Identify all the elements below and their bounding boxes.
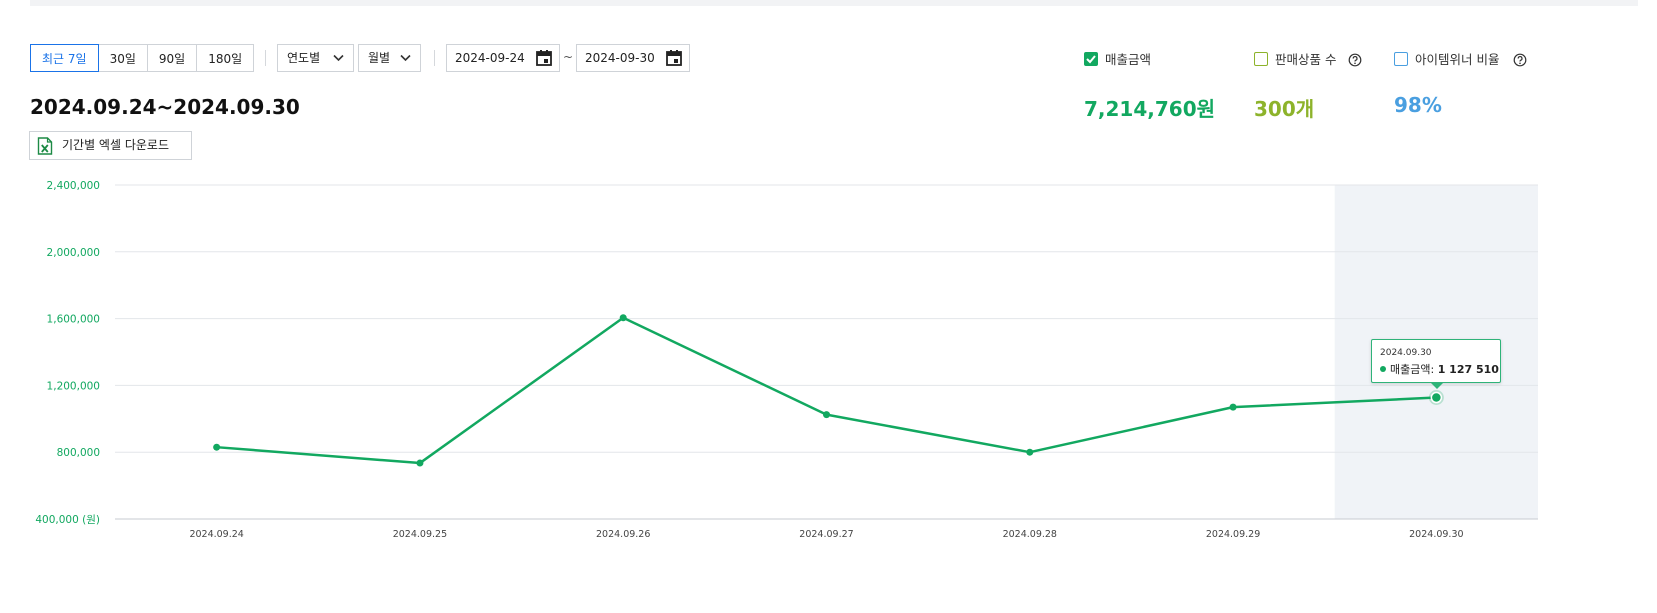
tooltip-series-label: 매출금액	[1390, 363, 1431, 376]
data-point	[823, 411, 830, 419]
tooltip-line: 매출금액: 1 127 510	[1380, 361, 1499, 377]
y-tick-label: 1,600,000	[47, 314, 100, 326]
data-point-highlighted	[1430, 391, 1443, 404]
x-tick-label: 2024.09.25	[393, 529, 447, 540]
data-point	[213, 443, 221, 451]
x-tick-label: 2024.09.27	[799, 529, 853, 540]
tooltip-date: 2024.09.30	[1380, 348, 1432, 358]
tooltip-value: 1 127 510	[1437, 363, 1499, 376]
data-point	[619, 314, 627, 322]
data-point	[416, 459, 424, 467]
x-tick-label: 2024.09.28	[1003, 529, 1057, 540]
period-button-7d[interactable]: 최근 7일	[30, 44, 99, 72]
y-tick-label: 800,000	[57, 447, 100, 459]
x-tick-label: 2024.09.29	[1206, 529, 1260, 540]
data-point	[1229, 403, 1237, 411]
x-tick-label: 2024.09.26	[596, 529, 650, 540]
y-tick-label: 2,400,000	[47, 180, 100, 192]
y-tick-label: 1,200,000	[47, 380, 100, 392]
chart-tooltip: 2024.09.30 매출금액: 1 127 510	[1371, 339, 1501, 389]
x-tick-label: 2024.09.24	[189, 529, 243, 540]
tooltip-series-dot	[1380, 366, 1386, 372]
y-tick-label: 400,000 (원)	[35, 514, 100, 526]
data-point	[1026, 448, 1034, 456]
series-line	[216, 316, 1437, 465]
x-tick-label: 2024.09.30	[1409, 529, 1463, 540]
tooltip-arrow	[1431, 383, 1443, 389]
sales-line-chart: 2,400,000 2,000,000 1,600,000 1,200,000 800,…	[35, 180, 1538, 540]
y-tick-label: 2,000,000	[47, 247, 100, 259]
